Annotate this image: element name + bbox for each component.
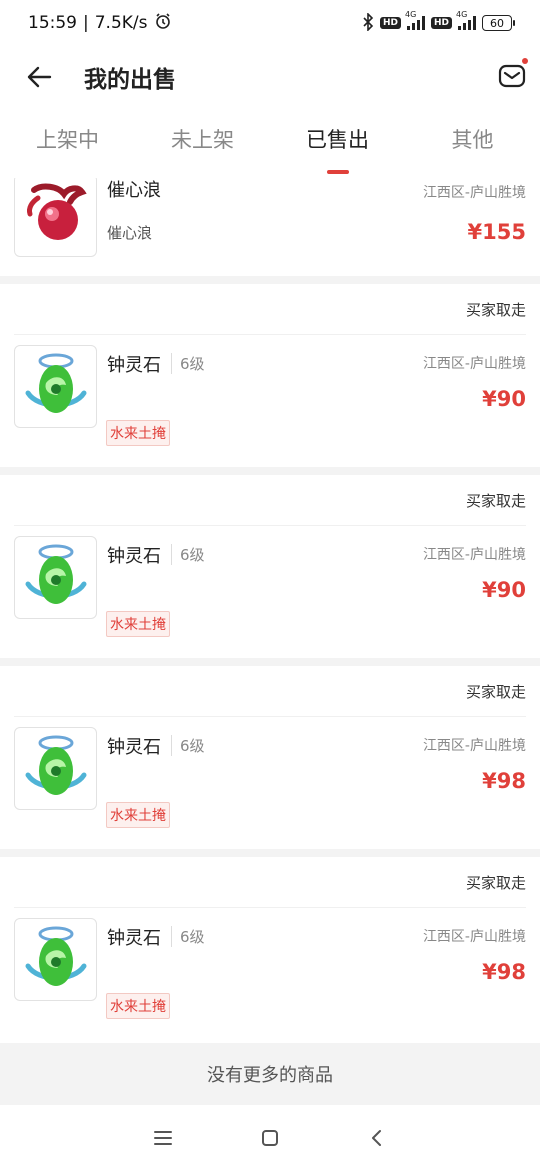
arrow-left-icon [27,66,52,88]
signal-icon-1: 4G [405,10,425,30]
order-status: 买家取走 [465,873,526,892]
alarm-icon [154,12,172,35]
tab-other[interactable]: 其他 [405,106,540,178]
order-status: 买家取走 [465,491,526,510]
order-status: 买家取走 [465,682,526,701]
hd-badge-2: HD [430,17,452,29]
item-level: 6级 [171,735,205,756]
card-divider [0,849,540,857]
item-name: 钟灵石 [107,355,161,376]
item-thumbnail [14,536,97,619]
order-status: 买家取走 [465,300,526,319]
item-name: 钟灵石 [107,546,161,567]
item-server: 江西区-庐山胜境 [422,738,526,754]
item-server: 江西区-庐山胜境 [422,356,526,372]
list-item[interactable]: 催心浪 催心浪 江西区-庐山胜境 ¥155 [0,178,540,276]
card-divider [0,658,540,666]
item-thumbnail [14,345,97,428]
system-back-button[interactable] [357,1118,397,1158]
list-item[interactable]: 买家取走 钟灵石 6级 江西区-庐山胜境 ¥90 水来土掩 [0,284,540,467]
page-title: 我的出售 [84,67,176,93]
green-gem-icon [25,926,86,986]
sold-items-list: 催心浪 催心浪 江西区-庐山胜境 ¥155 买家取走 钟灵石 6级 江西区-庐山… [0,178,540,1043]
signal-icon-2: 4G [456,10,476,30]
back-button[interactable] [22,60,56,94]
item-level: 6级 [171,353,205,374]
item-level: 6级 [171,926,205,947]
green-gem-icon [25,544,86,604]
item-price: ¥90 [482,387,526,411]
item-thumbnail [14,918,97,1001]
list-item[interactable]: 买家取走 钟灵石 6级 江西区-庐山胜境 ¥98 水来土掩 [0,857,540,1040]
home-square-icon [261,1129,278,1146]
header: 我的出售 [0,46,540,106]
list-item[interactable]: 买家取走 钟灵石 6级 江西区-庐山胜境 ¥90 水来土掩 [0,475,540,658]
item-price: ¥155 [467,220,526,244]
status-divider: | [83,13,89,33]
card-divider [0,276,540,284]
green-gem-icon [25,735,86,795]
tab-listing[interactable]: 上架中 [0,106,135,178]
notification-dot [522,58,528,64]
system-nav-bar [0,1105,540,1170]
mail-icon [498,64,526,88]
item-tag: 水来土掩 [106,420,170,446]
battery-icon: 60 [482,15,515,31]
list-item[interactable]: 买家取走 钟灵石 6级 江西区-庐山胜境 ¥98 水来土掩 [0,666,540,849]
item-server: 江西区-庐山胜境 [422,929,526,945]
item-thumbnail [14,727,97,810]
item-price: ¥98 [482,769,526,793]
tab-bar: 上架中 未上架 已售出 其他 [0,106,540,178]
red-orb-icon [26,183,87,240]
network-type-2: 4G [456,10,468,19]
item-server: 江西区-庐山胜境 [422,185,526,201]
menu-button[interactable] [143,1118,183,1158]
item-tag: 水来土掩 [106,993,170,1019]
item-tag: 水来土掩 [106,611,170,637]
item-level: 6级 [171,544,205,565]
item-name: 钟灵石 [107,928,161,949]
hd-badge-1: HD [379,17,401,29]
item-tag: 水来土掩 [106,802,170,828]
item-subtitle: 催心浪 [107,224,153,242]
tab-unlisted[interactable]: 未上架 [135,106,270,178]
status-network-speed: 7.5K/s [94,13,148,33]
green-gem-icon [25,353,86,413]
network-type-1: 4G [404,10,417,19]
chevron-left-icon [371,1129,381,1146]
item-server: 江西区-庐山胜境 [422,547,526,563]
menu-icon [154,1130,173,1145]
item-price: ¥98 [482,960,526,984]
mail-button[interactable] [498,58,528,90]
item-price: ¥90 [482,578,526,602]
item-thumbnail [14,178,97,257]
bluetooth-icon [362,11,374,34]
item-name: 钟灵石 [107,737,161,758]
home-button[interactable] [250,1118,290,1158]
status-bar: 15:59 | 7.5K/s HD 4G HD 4G 60 [0,0,540,46]
tab-sold[interactable]: 已售出 [270,106,405,178]
battery-level: 60 [490,16,504,30]
status-time: 15:59 [28,13,77,33]
card-divider [0,467,540,475]
item-name: 催心浪 [107,180,161,201]
no-more-items-text: 没有更多的商品 [0,1043,540,1105]
